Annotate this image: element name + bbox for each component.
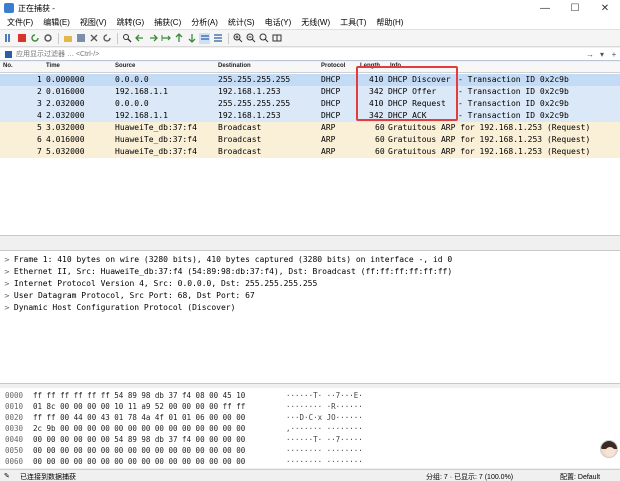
first-packet-icon[interactable] [173, 33, 184, 44]
display-filter-bar: → ▾ + [0, 48, 620, 61]
status-packet-count: 分组: 7 · 已显示: 7 (100.0%) [426, 474, 514, 481]
autoscroll-icon[interactable] [199, 32, 210, 44]
hex-row[interactable]: 0030 2c 9b 00 00 00 00 00 00 00 00 00 00 … [0, 424, 620, 434]
table-row[interactable]: 5 3.032000 HuaweiTe_db:37:f4 Broadcast A… [0, 122, 620, 134]
close-icon[interactable]: ✕ [590, 0, 620, 16]
hex-row[interactable]: 0050 00 00 00 00 00 00 00 00 00 00 00 00 … [0, 446, 620, 456]
title-bar: 正在捕获 - [0, 0, 620, 16]
column-length[interactable]: Length [360, 63, 380, 69]
packet-bytes-pane: 0000 ff ff ff ff ff ff 54 89 98 db 37 f4 … [0, 388, 620, 468]
reload-icon[interactable] [101, 33, 112, 44]
start-capture-icon[interactable] [3, 33, 14, 44]
zoom-out-icon[interactable] [245, 33, 256, 44]
stop-capture-icon[interactable] [16, 33, 27, 44]
menu-help[interactable]: 帮助(H) [371, 17, 408, 28]
status-capture-state: 已连接到数据捕获 [20, 474, 76, 481]
menu-go[interactable]: 跳转(G) [112, 17, 150, 28]
wireshark-app-icon [4, 3, 14, 13]
menu-tools[interactable]: 工具(T) [335, 17, 371, 28]
colorize-icon[interactable] [212, 33, 223, 44]
display-filter-input[interactable] [13, 48, 584, 60]
packet-details-pane: > Frame 1: 410 bytes on wire (3280 bits),… [0, 250, 620, 384]
last-packet-icon[interactable] [186, 33, 197, 44]
go-back-icon[interactable] [134, 33, 145, 44]
apply-filter-arrow-icon[interactable]: → [584, 49, 596, 60]
hex-row[interactable]: 0040 00 00 00 00 00 00 54 89 98 db 37 f4 … [0, 435, 620, 445]
open-file-icon[interactable] [62, 33, 73, 44]
table-row[interactable]: 4 2.032000 192.168.1.1 192.168.1.253 DHC… [0, 110, 620, 122]
column-time[interactable]: Time [46, 63, 60, 69]
expert-info-icon[interactable]: ✎ [4, 472, 10, 480]
detail-tree-item[interactable]: > User Datagram Protocol, Src Port: 68, D… [4, 291, 255, 303]
menu-view[interactable]: 视图(V) [75, 17, 112, 28]
menu-statistics[interactable]: 统计(S) [223, 17, 260, 28]
table-row[interactable]: 2 0.016000 192.168.1.1 192.168.1.253 DHC… [0, 86, 620, 98]
menu-analyze[interactable]: 分析(A) [186, 17, 223, 28]
zoom-reset-icon[interactable] [258, 33, 269, 44]
detail-tree-item[interactable]: > Frame 1: 410 bytes on wire (3280 bits),… [4, 255, 452, 267]
column-protocol[interactable]: Protocol [321, 63, 345, 69]
column-info[interactable]: Info [390, 63, 401, 69]
zoom-in-icon[interactable] [232, 33, 243, 44]
find-packet-icon[interactable] [121, 33, 132, 44]
table-row[interactable]: 1 0.000000 0.0.0.0 255.255.255.255 DHCP … [0, 74, 620, 86]
detail-tree-item[interactable]: > Dynamic Host Configuration Protocol (Di… [4, 303, 235, 315]
hex-row[interactable]: 0020 ff ff 00 44 00 43 01 78 4a 4f 01 01 … [0, 413, 620, 423]
menu-wireless[interactable]: 无线(W) [296, 17, 335, 28]
expand-arrow-icon[interactable]: > [4, 304, 10, 312]
minimize-icon[interactable]: — [530, 0, 560, 16]
detail-tree-item[interactable]: > Internet Protocol Version 4, Src: 0.0.0… [4, 279, 317, 291]
packet-list-header: No. Time Source Destination Protocol Len… [0, 62, 620, 73]
status-profile[interactable]: 配置: Default [560, 472, 600, 481]
add-filter-button-icon[interactable]: + [608, 49, 620, 60]
bookmark-filter-icon[interactable] [3, 49, 13, 59]
table-row[interactable]: 7 5.032000 HuaweiTe_db:37:f4 Broadcast A… [0, 146, 620, 158]
table-row[interactable]: 3 2.032000 0.0.0.0 255.255.255.255 DHCP … [0, 98, 620, 110]
column-source[interactable]: Source [115, 63, 135, 69]
window-title: 正在捕获 - [18, 3, 55, 13]
menu-bar: 文件(F) 编辑(E) 视图(V) 跳转(G) 捕获(C) 分析(A) 统计(S… [0, 16, 620, 30]
hex-row[interactable]: 0000 ff ff ff ff ff ff 54 89 98 db 37 f4 … [0, 391, 620, 401]
column-no[interactable]: No. [3, 63, 13, 69]
hex-row[interactable]: 0010 01 8c 00 00 00 00 10 11 a9 52 00 00 … [0, 402, 620, 412]
save-file-icon[interactable] [75, 33, 86, 44]
detail-tree-item[interactable]: > Ethernet II, Src: HuaweiTe_db:37:f4 (54… [4, 267, 452, 279]
assistant-avatar[interactable] [600, 440, 618, 458]
maximize-icon[interactable]: ☐ [560, 0, 590, 16]
menu-edit[interactable]: 编辑(E) [38, 17, 75, 28]
go-forward-icon[interactable] [147, 33, 158, 44]
resize-columns-icon[interactable] [271, 33, 282, 44]
status-bar: ✎ 已连接到数据捕获 分组: 7 · 已显示: 7 (100.0%) 配置: D… [0, 469, 620, 481]
menu-telephony[interactable]: 电话(Y) [260, 17, 297, 28]
main-toolbar [0, 30, 620, 47]
packet-list: No. Time Source Destination Protocol Len… [0, 62, 620, 236]
restart-capture-icon[interactable] [29, 33, 40, 44]
column-destination[interactable]: Destination [218, 63, 251, 69]
menu-file[interactable]: 文件(F) [2, 17, 38, 28]
table-row[interactable]: 6 4.016000 HuaweiTe_db:37:f4 Broadcast A… [0, 134, 620, 146]
filter-dropdown-icon[interactable]: ▾ [596, 49, 608, 60]
hex-row[interactable]: 0060 00 00 00 00 00 00 00 00 00 00 00 00 … [0, 457, 620, 467]
go-to-packet-icon[interactable] [160, 33, 171, 44]
expand-arrow-icon[interactable]: > [4, 268, 10, 276]
close-file-icon[interactable] [88, 33, 99, 44]
expand-arrow-icon[interactable]: > [4, 292, 10, 300]
expand-arrow-icon[interactable]: > [4, 256, 10, 264]
expand-arrow-icon[interactable]: > [4, 280, 10, 288]
menu-capture[interactable]: 捕获(C) [149, 17, 186, 28]
capture-options-icon[interactable] [42, 33, 53, 44]
